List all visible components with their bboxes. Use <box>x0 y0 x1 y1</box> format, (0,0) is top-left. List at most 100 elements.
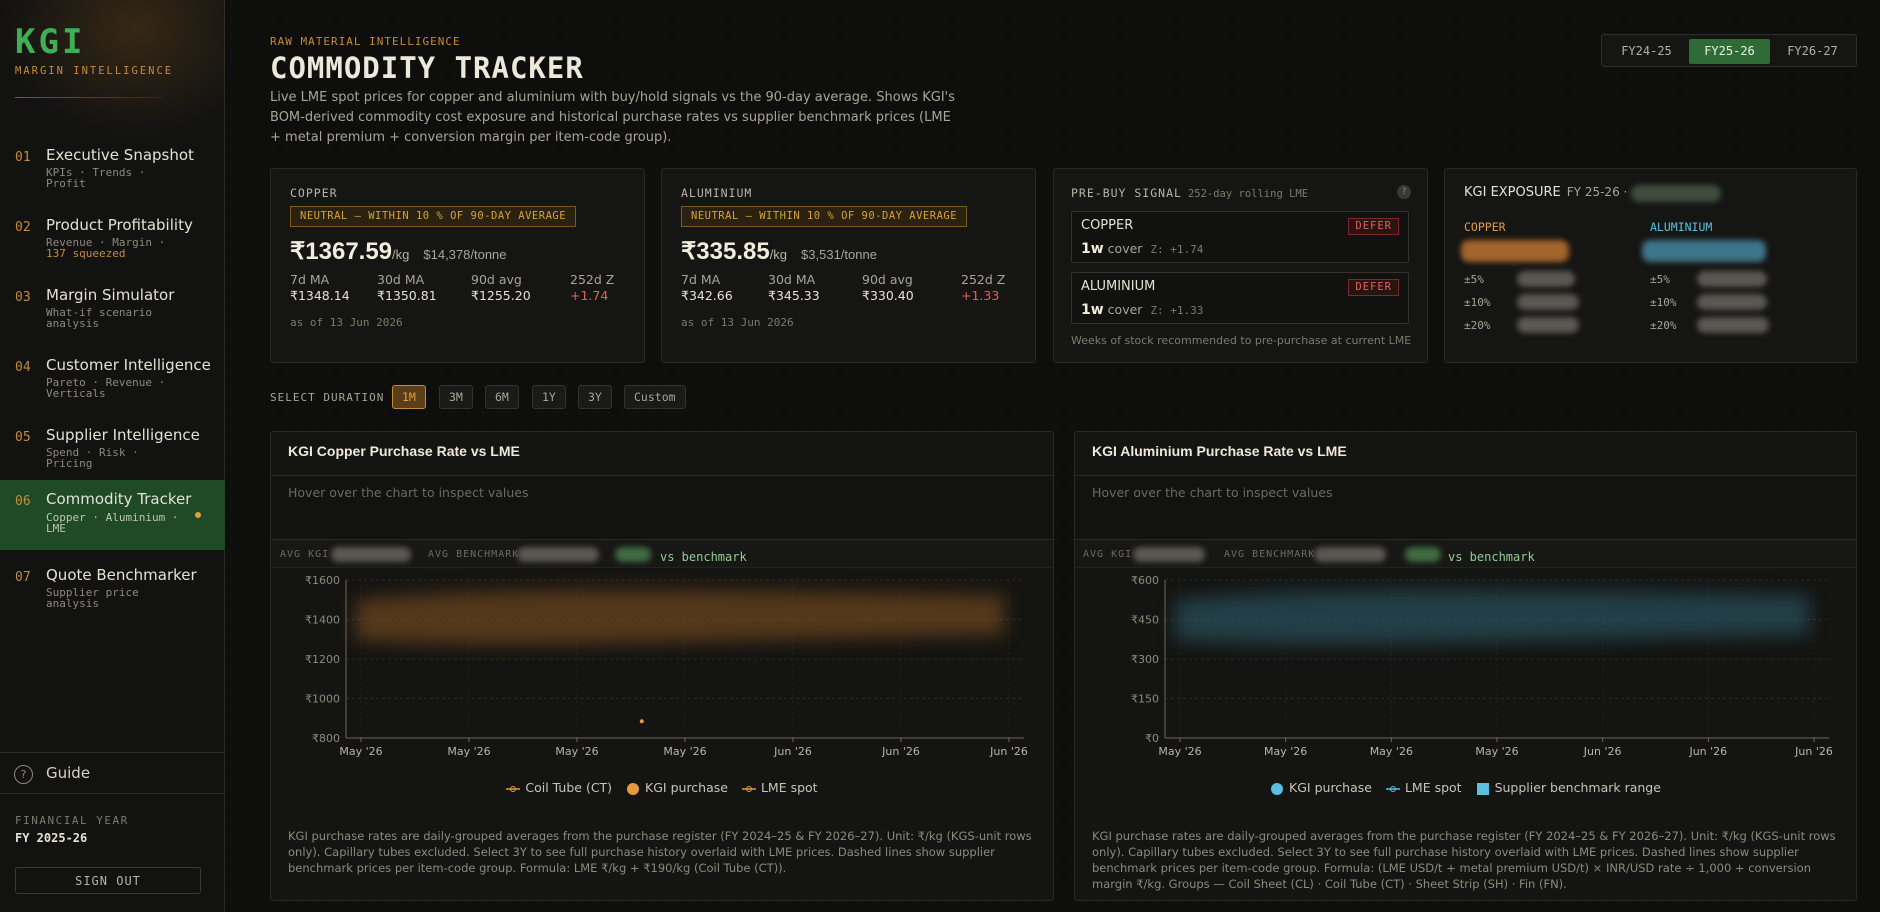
x-tick-label: May '26 <box>1264 745 1307 758</box>
nav-title: Customer Intelligence <box>46 356 211 374</box>
exposure-fy: FY 25-26 · <box>1566 185 1628 199</box>
chart-footnote: KGI purchase rates are daily-grouped ave… <box>1092 829 1836 891</box>
aluminium-price-card: ALUMINIUM NEUTRAL — WITHIN 10 % OF 90-DA… <box>661 168 1036 363</box>
sidebar-item-quote-benchmarker[interactable]: 07 Quote Benchmarker Supplier price anal… <box>0 564 225 630</box>
avg-kgi-label: AVG KGI <box>280 549 330 560</box>
ma-value: ₹1255.20 <box>471 288 531 303</box>
sidebar-item-product-profitability[interactable]: 02 Product Profitability Revenue · Margi… <box>0 214 225 280</box>
legend-item[interactable]: Coil Tube (CT) <box>506 780 612 795</box>
redacted-value <box>1517 271 1575 287</box>
tab-fy24-25[interactable]: FY24-25 <box>1606 39 1687 64</box>
card-label: ALUMINIUM <box>681 186 753 200</box>
y-tick-label: ₹1200 <box>305 653 340 666</box>
aluminium-chart-panel: KGI Aluminium Purchase Rate vs LME Hover… <box>1074 431 1857 901</box>
y-tick-label: ₹150 <box>1131 693 1159 706</box>
cover-value: 1w <box>1081 302 1104 318</box>
legend-label: LME spot <box>760 780 818 795</box>
ma-30d: 30d MA ₹345.33 <box>768 272 820 303</box>
nav-subtitle: Supplier price analysis <box>46 586 139 610</box>
duration-3y-button[interactable]: 3Y <box>578 385 612 409</box>
y-tick-label: ₹300 <box>1131 653 1159 666</box>
sensitivity-label: ±5% <box>1464 273 1484 286</box>
duration-custom-button[interactable]: Custom <box>624 385 686 409</box>
chart-hover-readout: Hover over the chart to inspect values <box>1075 475 1856 540</box>
y-tick-label: ₹800 <box>312 732 340 745</box>
ma-90d: 90d avg ₹1255.20 <box>471 272 531 303</box>
spot-price: ₹335.85/kg $3,531/tonne <box>681 237 877 266</box>
vs-benchmark-label: vs benchmark <box>1448 550 1535 564</box>
x-tick-label: May '26 <box>1370 745 1413 758</box>
legend-item[interactable]: Supplier benchmark range <box>1476 780 1661 796</box>
sidebar-item-margin-simulator[interactable]: 03 Margin Simulator What-if scenario ana… <box>0 284 225 350</box>
x-tick-label: May '26 <box>555 745 598 758</box>
active-indicator-dot <box>195 512 201 518</box>
pre-buy-title: PRE-BUY SIGNAL 252-day rolling LME <box>1071 186 1308 200</box>
ma-label: 252d Z <box>570 272 615 287</box>
legend-label: Supplier benchmark range <box>1494 780 1661 795</box>
x-tick-label: May '26 <box>1158 745 1201 758</box>
pre-buy-row-aluminium: ALUMINIUM DEFER 1w cover Z: +1.33 <box>1071 272 1409 324</box>
price-unit: /kg <box>769 247 788 262</box>
logo-subtitle: MARGIN INTELLIGENCE <box>15 65 174 77</box>
sidebar-item-executive-snapshot[interactable]: 01 Executive Snapshot KPIs · Trends · Pr… <box>0 144 225 210</box>
duration-1y-button[interactable]: 1Y <box>532 385 566 409</box>
legend-item[interactable]: KGI purchase <box>626 780 728 796</box>
nav-number: 01 <box>15 150 31 165</box>
legend-item[interactable]: LME spot <box>741 780 818 795</box>
price-per-tonne: $14,378/tonne <box>423 247 507 262</box>
y-tick-label: ₹600 <box>1131 574 1159 587</box>
sidebar-item-customer-intelligence[interactable]: 04 Customer Intelligence Pareto · Revenu… <box>0 354 225 420</box>
ma-7d: 7d MA ₹342.66 <box>681 272 733 303</box>
duration-3m-button[interactable]: 3M <box>439 385 473 409</box>
pre-buy-subtitle: 252-day rolling LME <box>1187 188 1309 200</box>
avg-benchmark-label: AVG BENCHMARK <box>1224 549 1316 560</box>
x-tick-label: Jun '26 <box>1583 745 1622 758</box>
legend-item[interactable]: LME spot <box>1385 780 1462 795</box>
help-icon[interactable]: ? <box>1397 185 1411 199</box>
redacted-avg-kgi <box>331 547 411 562</box>
page-eyebrow: RAW MATERIAL INTELLIGENCE <box>270 35 461 48</box>
price-unit: /kg <box>392 247 410 262</box>
duration-label: SELECT DURATION <box>270 391 385 404</box>
vs-benchmark-label: vs benchmark <box>660 550 747 564</box>
redacted-value <box>1697 294 1767 310</box>
cover-label: cover <box>1107 302 1143 317</box>
z-score-252d: 252d Z +1.33 <box>961 272 1005 303</box>
chart-legend: KGI purchase LME spot Supplier benchmark… <box>1075 780 1856 796</box>
ma-value: ₹1350.81 <box>377 288 437 303</box>
chart-hover-readout: Hover over the chart to inspect values <box>271 475 1053 540</box>
aluminium-chart-plot[interactable]: ₹0 ₹150 ₹300 ₹450 ₹600 May '26 May '26 May '26 M… <box>1075 572 1858 772</box>
nav-subtitle: Copper · Aluminium · LME <box>46 511 179 535</box>
guide-link[interactable]: ? Guide <box>0 752 225 794</box>
chart-title: KGI Aluminium Purchase Rate vs LME <box>1092 443 1347 459</box>
exposure-aluminium-label: ALUMINIUM <box>1650 220 1713 234</box>
nav-title: Executive Snapshot <box>46 146 194 164</box>
avg-benchmark-label: AVG BENCHMARK <box>428 549 520 560</box>
redacted-value <box>1697 271 1767 287</box>
ma-label: 90d avg <box>862 272 913 287</box>
duration-1m-button[interactable]: 1M <box>392 385 426 409</box>
commodity-name: COPPER <box>1081 218 1134 233</box>
logo: KGI <box>15 22 86 62</box>
redacted-avg-kgi <box>1133 547 1205 562</box>
cover-weeks: 1w cover Z: +1.74 <box>1081 241 1203 257</box>
line-marker-icon <box>506 785 521 792</box>
legend-item[interactable]: KGI purchase <box>1270 780 1372 796</box>
tab-fy25-26[interactable]: FY25-26 <box>1689 39 1770 64</box>
redacted-value <box>1631 185 1721 202</box>
cover-value: 1w <box>1081 241 1104 257</box>
sign-out-button[interactable]: SIGN OUT <box>15 867 201 894</box>
line-marker-icon <box>741 785 756 792</box>
ma-label: 252d Z <box>961 272 1006 287</box>
duration-6m-button[interactable]: 6M <box>485 385 519 409</box>
data-point-kgi-purchase <box>639 719 644 724</box>
dot-marker-icon <box>1271 782 1284 795</box>
copper-chart-plot[interactable]: ₹800 ₹1000 ₹1200 ₹1400 ₹1600 May '26 May '26 Ma… <box>271 572 1055 772</box>
sidebar-item-commodity-tracker[interactable]: 06 Commodity Tracker Copper · Aluminium … <box>0 480 225 550</box>
nav-title: Quote Benchmarker <box>46 566 197 584</box>
as-of-date: as of 13 Jun 2026 <box>681 316 794 329</box>
sensitivity-label: ±20% <box>1464 319 1491 332</box>
chart-footnote: KGI purchase rates are daily-grouped ave… <box>288 829 1032 875</box>
copper-chart-panel: KGI Copper Purchase Rate vs LME Hover ov… <box>270 431 1054 901</box>
tab-fy26-27[interactable]: FY26-27 <box>1772 39 1853 64</box>
